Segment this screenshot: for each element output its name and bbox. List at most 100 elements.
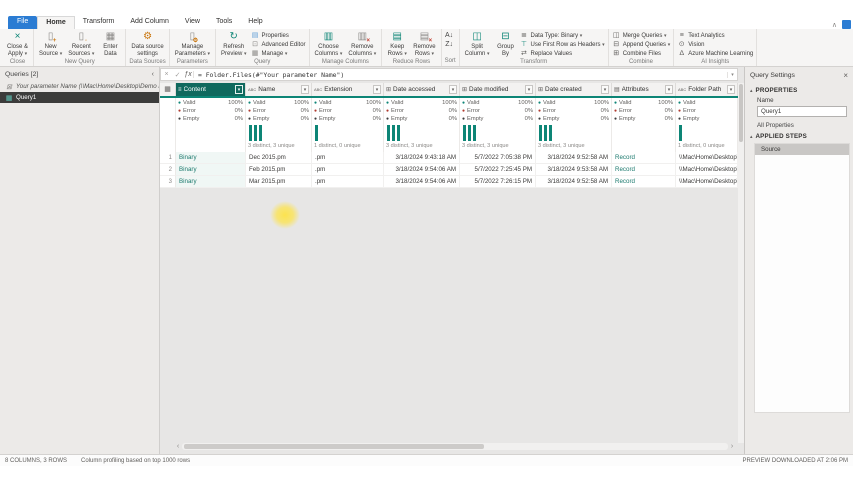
cell-name[interactable]: Dec 2015.pm	[246, 152, 312, 164]
filter-dropdown-icon-extension[interactable]: ▾	[373, 85, 381, 94]
enter-data-button[interactable]: ▦EnterData	[98, 30, 122, 58]
cell-date-created[interactable]: 3/18/2024 9:53:58 AM	[536, 164, 612, 176]
new-source-button[interactable]: ▯+NewSource ▾	[37, 30, 64, 58]
query-list-item-query1-selected[interactable]: ▦Query1	[0, 92, 159, 103]
column-header-date-created[interactable]: ⊞Date created▾	[536, 83, 612, 96]
cell-content[interactable]: Binary	[176, 164, 246, 176]
merge-queries-button[interactable]: ◫Merge Queries ▾	[612, 32, 671, 40]
check-icon[interactable]: ✓	[172, 71, 183, 79]
combine-files-button[interactable]: ⊞Combine Files	[612, 50, 671, 58]
scroll-right-icon[interactable]: ›	[728, 442, 736, 451]
value-distribution-bars	[614, 123, 673, 142]
tab-view[interactable]: View	[177, 16, 208, 29]
close-icon[interactable]: ×	[843, 71, 848, 80]
cell-attributes[interactable]: Record	[612, 164, 676, 176]
advanced-editor-button[interactable]: ⊡Advanced Editor	[251, 41, 306, 49]
text-analytics-button[interactable]: ≡Text Analytics	[677, 32, 753, 40]
column-header-content[interactable]: ≡Content▾	[176, 83, 246, 96]
cell-name[interactable]: Feb 2015.pm	[246, 164, 312, 176]
cell-date-accessed[interactable]: 3/18/2024 9:54:06 AM	[384, 176, 460, 188]
cell-date-accessed[interactable]: 3/18/2024 9:54:06 AM	[384, 164, 460, 176]
sort-ascending-icon-button[interactable]: A↓	[445, 32, 454, 40]
tab-file[interactable]: File	[8, 16, 37, 29]
split-column-button[interactable]: ◫SplitColumn ▾	[463, 30, 492, 58]
formula-input[interactable]: = Folder.Files(#"Your parameter Name")	[198, 71, 727, 79]
cell-folder-path[interactable]: \\Mac\Home\Desktop\Dem	[676, 164, 738, 176]
name-label: Name	[757, 97, 848, 104]
horizontal-scroll-thumb[interactable]	[184, 444, 484, 449]
data-source-settings-button[interactable]: ⚙Data sourcesettings	[129, 30, 165, 58]
remove-columns-button[interactable]: ▥×RemoveColumns ▾	[346, 30, 378, 58]
append-queries-button[interactable]: ⊟Append Queries ▾	[612, 41, 671, 49]
properties-button[interactable]: ▤Properties	[251, 32, 306, 40]
tab-tools[interactable]: Tools	[208, 16, 240, 29]
button-label: Append Queries ▾	[623, 41, 671, 49]
filter-dropdown-icon-folder-path[interactable]: ▾	[727, 85, 735, 94]
tab-transform[interactable]: Transform	[75, 16, 123, 29]
all-properties-link[interactable]: All Properties	[757, 122, 848, 129]
formula-expand-icon[interactable]: ▾	[727, 72, 737, 78]
cell-extension[interactable]: .pm	[312, 176, 384, 188]
cell-date-created[interactable]: 3/18/2024 9:52:58 AM	[536, 176, 612, 188]
distribution-bar	[315, 125, 318, 141]
filter-dropdown-icon-content[interactable]: ▾	[235, 85, 243, 94]
cell-folder-path[interactable]: \\Mac\Home\Desktop\Dem	[676, 152, 738, 164]
close-apply-button[interactable]: ×Close &Apply ▾	[5, 30, 30, 58]
applied-step-source[interactable]: Source	[755, 144, 849, 155]
collapse-applied-steps-icon[interactable]: ▴	[750, 134, 753, 140]
collapse-queries-panel-icon[interactable]: ‹	[152, 71, 154, 78]
column-header-name[interactable]: ABCName▾	[246, 83, 312, 96]
cell-extension[interactable]: .pm	[312, 152, 384, 164]
scroll-left-icon[interactable]: ‹	[174, 442, 182, 451]
group-by-button[interactable]: ⊟GroupBy	[493, 30, 517, 58]
azure-machine-learning-button[interactable]: ∆Azure Machine Learning	[677, 50, 753, 58]
horizontal-scrollbar[interactable]: ‹ ›	[174, 442, 736, 451]
replace-values-button[interactable]: ⇄Replace Values	[519, 50, 604, 58]
cell-content[interactable]: Binary	[176, 152, 246, 164]
column-header-attributes[interactable]: ▤Attributes▾	[612, 83, 676, 96]
filter-dropdown-icon-name[interactable]: ▾	[301, 85, 309, 94]
manage-parameters-button[interactable]: ▯⚙ManageParameters ▾	[173, 30, 212, 58]
remove-rows-button[interactable]: ▤×RemoveRows ▾	[411, 30, 437, 58]
query-name-input[interactable]: Query1	[757, 106, 847, 117]
cell-date-created[interactable]: 3/18/2024 9:52:58 AM	[536, 152, 612, 164]
refresh-preview-button[interactable]: ↻RefreshPreview ▾	[219, 30, 249, 58]
keep-rows-button[interactable]: ▤KeepRows ▾	[385, 30, 409, 58]
filter-dropdown-icon-attributes[interactable]: ▾	[665, 85, 673, 94]
filter-dropdown-icon-date-accessed[interactable]: ▾	[449, 85, 457, 94]
collapse-ribbon-icon[interactable]: ∧	[832, 21, 837, 29]
use-first-row-as-headers-button[interactable]: ⊤Use First Row as Headers ▾	[519, 41, 604, 49]
cell-date-modified[interactable]: 5/7/2022 7:05:38 PM	[460, 152, 536, 164]
tab-home[interactable]: Home	[37, 16, 74, 29]
column-header-extension[interactable]: ABCExtension▾	[312, 83, 384, 96]
filter-dropdown-icon-date-created[interactable]: ▾	[601, 85, 609, 94]
choose-columns-button[interactable]: ▥ChooseColumns ▾	[313, 30, 345, 58]
cell-name[interactable]: Mar 2015.pm	[246, 176, 312, 188]
cell-date-modified[interactable]: 5/7/2022 7:26:15 PM	[460, 176, 536, 188]
cell-extension[interactable]: .pm	[312, 164, 384, 176]
tab-add-column[interactable]: Add Column	[122, 16, 177, 29]
tab-help[interactable]: Help	[240, 16, 270, 29]
query-list-item-your[interactable]: ⊠Your parameter Name (\\Mac\Home\Desktop…	[0, 81, 159, 92]
cell-attributes[interactable]: Record	[612, 152, 676, 164]
recent-sources-button[interactable]: ▯◦RecentSources ▾	[66, 30, 96, 58]
column-header-date-modified[interactable]: ⊞Date modified▾	[460, 83, 536, 96]
cancel-icon[interactable]: ×	[161, 71, 172, 78]
cell-content[interactable]: Binary	[176, 176, 246, 188]
cell-date-modified[interactable]: 5/7/2022 7:25:45 PM	[460, 164, 536, 176]
filter-dropdown-icon-date-modified[interactable]: ▾	[525, 85, 533, 94]
data-type-binary-button[interactable]: ≣Data Type: Binary ▾	[519, 32, 604, 40]
vision-button[interactable]: ⊙Vision	[677, 41, 753, 49]
cell-folder-path[interactable]: \\Mac\Home\Desktop\Dem	[676, 176, 738, 188]
table-corner-menu-icon[interactable]: ▦	[160, 83, 176, 96]
column-header-folder-path[interactable]: ABCFolder Path▾	[676, 83, 738, 96]
horizontal-scroll-track[interactable]	[182, 443, 728, 450]
sort-descending-icon-button[interactable]: Z↓	[445, 41, 454, 49]
manage-button[interactable]: ▦Manage ▾	[251, 50, 306, 58]
app-badge-icon[interactable]	[842, 20, 851, 29]
vertical-scroll-thumb[interactable]	[739, 84, 743, 142]
cell-date-accessed[interactable]: 3/18/2024 9:43:18 AM	[384, 152, 460, 164]
column-header-date-accessed[interactable]: ⊞Date accessed▾	[384, 83, 460, 96]
cell-attributes[interactable]: Record	[612, 176, 676, 188]
collapse-properties-icon[interactable]: ▴	[750, 88, 753, 94]
